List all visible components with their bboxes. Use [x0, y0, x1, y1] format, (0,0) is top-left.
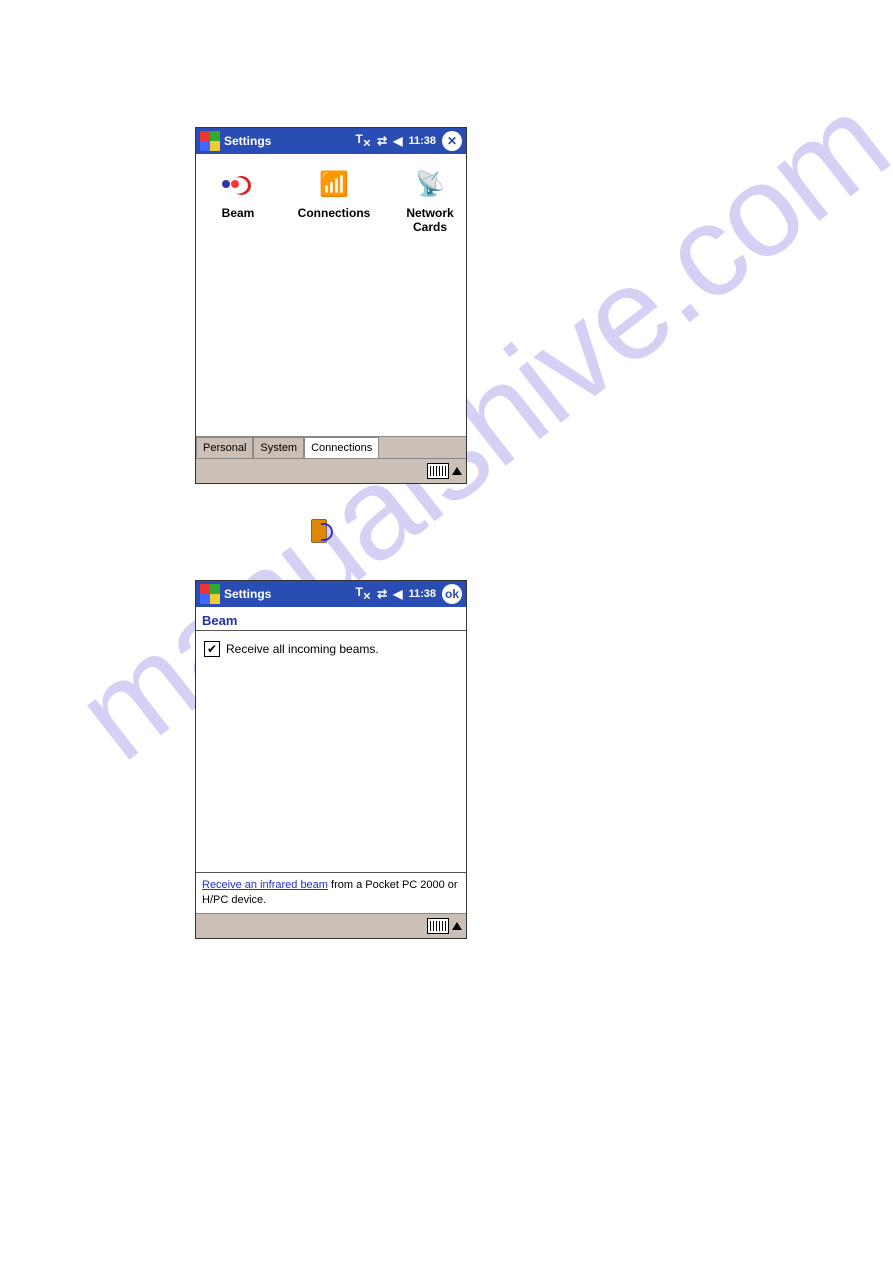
receive-beams-label: Receive all incoming beams. [226, 642, 379, 656]
network-cards-app-icon[interactable]: 📡 Network Cards [402, 168, 458, 234]
beam-pda-icon [305, 517, 333, 545]
settings-tabs: Personal System Connections [196, 436, 466, 458]
signal-icon[interactable]: T✕ [355, 132, 371, 149]
tab-connections[interactable]: Connections [304, 437, 379, 458]
receive-infrared-note: Receive an infrared beam from a Pocket P… [196, 872, 466, 913]
soft-input-bar [196, 458, 466, 483]
icon-grid: Beam 📶 Connections 📡 Network Cards [196, 154, 466, 234]
input-menu-arrow-icon[interactable] [452, 467, 462, 475]
beam-app-icon[interactable]: Beam [210, 168, 266, 234]
volume-icon[interactable]: ◀ [393, 134, 402, 148]
title-bar: Settings T✕ ⇄ ◀ 11:38 ok [196, 581, 466, 607]
tab-system[interactable]: System [253, 437, 304, 458]
receive-beams-checkbox[interactable]: ✔ [204, 641, 220, 657]
connectivity-icon[interactable]: ⇄ [377, 134, 387, 148]
manual-page: manualshive.com Settings T✕ ⇄ ◀ 11:38 ✕ … [0, 0, 893, 1263]
start-flag-icon[interactable] [200, 131, 220, 151]
page-heading-beam: Beam [196, 607, 466, 631]
receive-infrared-link[interactable]: Receive an infrared beam [202, 879, 328, 891]
device-beam-settings: Settings T✕ ⇄ ◀ 11:38 ok Beam ✔ Receive … [195, 580, 467, 939]
clock-time[interactable]: 11:38 [408, 588, 436, 600]
soft-input-bar [196, 913, 466, 938]
tab-personal[interactable]: Personal [196, 437, 253, 458]
signal-icon[interactable]: T✕ [355, 585, 371, 602]
beam-label: Beam [222, 206, 255, 220]
volume-icon[interactable]: ◀ [393, 587, 402, 601]
network-cards-label: Network Cards [406, 206, 453, 234]
keyboard-icon[interactable] [427, 918, 449, 934]
receive-beams-row: ✔ Receive all incoming beams. [196, 631, 466, 667]
title-bar-title: Settings [224, 587, 271, 601]
start-flag-icon[interactable] [200, 584, 220, 604]
title-bar: Settings T✕ ⇄ ◀ 11:38 ✕ [196, 128, 466, 154]
clock-time[interactable]: 11:38 [408, 135, 436, 147]
connections-icon: 📶 [319, 170, 349, 199]
ok-button[interactable]: ok [442, 584, 462, 604]
connections-label: Connections [298, 206, 371, 220]
network-cards-icon: 📡 [415, 170, 445, 199]
close-button[interactable]: ✕ [442, 131, 462, 151]
title-bar-title: Settings [224, 134, 271, 148]
device-settings-connections: Settings T✕ ⇄ ◀ 11:38 ✕ Beam 📶 Connectio… [195, 127, 467, 484]
input-menu-arrow-icon[interactable] [452, 922, 462, 930]
connections-app-icon[interactable]: 📶 Connections [298, 168, 370, 234]
keyboard-icon[interactable] [427, 463, 449, 479]
connectivity-icon[interactable]: ⇄ [377, 587, 387, 601]
beam-icon [222, 174, 254, 194]
